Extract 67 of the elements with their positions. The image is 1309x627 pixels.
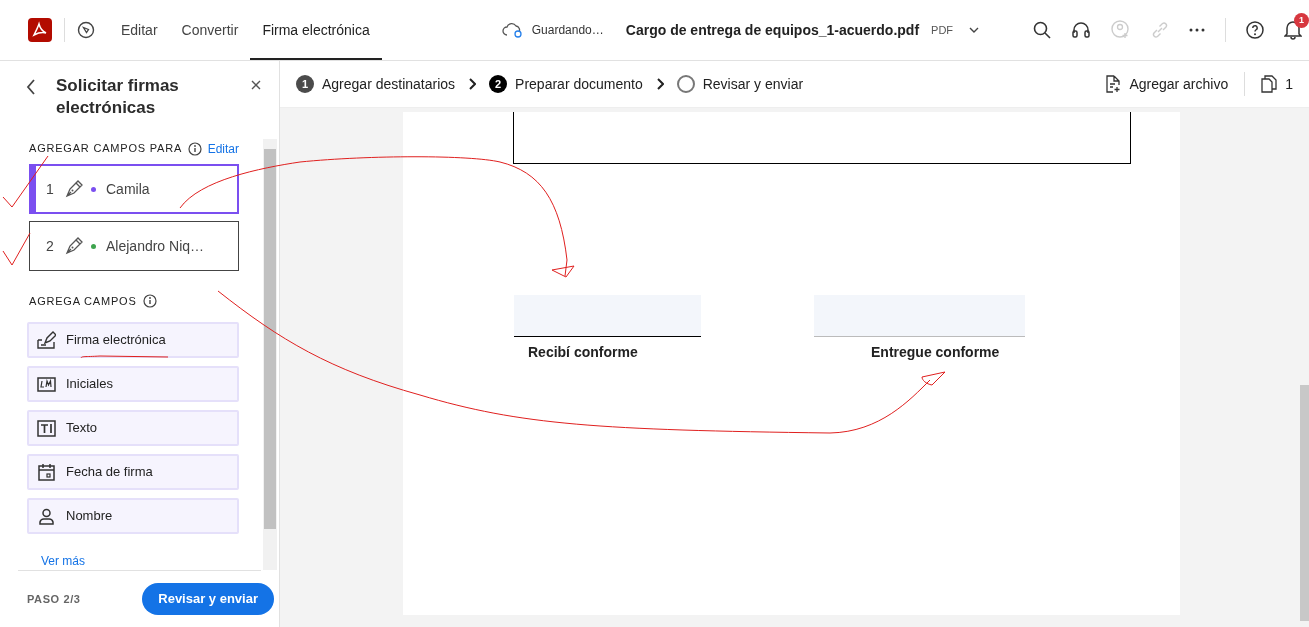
recipient-name: Alejandro Niq…: [106, 236, 205, 256]
menu-tab[interactable]: Convertir: [169, 0, 251, 60]
chevron-right-icon: [468, 78, 477, 90]
check-mark: [2, 232, 31, 266]
panel-title: Solicitar firmas electrónicas: [56, 75, 180, 119]
step-number: 1: [296, 75, 314, 93]
initials-icon: [37, 375, 56, 393]
field-type-button[interactable]: Nombre: [27, 498, 239, 534]
recipient-number: 2: [46, 236, 55, 256]
menu-tab[interactable]: Firma electrónica: [250, 0, 382, 60]
step-number: 2: [489, 75, 508, 93]
chevron-down-icon[interactable]: [969, 27, 980, 33]
step-indicator: PASO 2/3: [27, 591, 81, 607]
signature-caption: Entregue conforme: [871, 343, 1001, 362]
pen-nib-icon: [64, 236, 84, 256]
field-type-label: Texto: [66, 419, 98, 438]
info-icon[interactable]: [142, 294, 157, 308]
step-label[interactable]: Agregar destinatarios: [322, 73, 456, 95]
chevron-right-icon: [655, 78, 664, 90]
back-icon[interactable]: [26, 79, 36, 95]
more-icon[interactable]: [1189, 28, 1205, 32]
more-link[interactable]: Ver más: [41, 552, 85, 570]
signature-field[interactable]: [814, 295, 1025, 337]
recipient-name: Camila: [106, 179, 150, 199]
field-type-label: Iniciales: [66, 375, 113, 394]
check-mark: [2, 155, 49, 208]
add-file-button[interactable]: Agregar archivo: [1129, 73, 1229, 95]
file-type: PDF: [931, 22, 954, 38]
search-icon[interactable]: [1033, 21, 1051, 39]
signature-caption: Recibí conforme: [528, 343, 639, 362]
app-logo-icon[interactable]: [28, 18, 52, 42]
recipient-item[interactable]: 1 Camila: [29, 164, 239, 214]
section-heading: AGREGAR CAMPOS PARA: [29, 141, 183, 157]
file-name[interactable]: Cargo de entrega de equipos_1-acuerdo.pdf: [625, 19, 920, 41]
field-type-button[interactable]: Texto: [27, 410, 239, 446]
field-type-label: Firma electrónica: [66, 331, 166, 350]
field-type-button[interactable]: Fecha de firma: [27, 454, 239, 490]
text-field-icon: [37, 419, 56, 437]
page-count: 1: [1285, 74, 1293, 94]
review-send-button[interactable]: Revisar y enviar: [142, 583, 274, 615]
calendar-icon: [37, 463, 56, 481]
field-type-button[interactable]: Firma electrónica: [27, 322, 239, 358]
compass-icon[interactable]: [77, 21, 95, 39]
step-label[interactable]: Preparar documento: [515, 73, 643, 95]
add-file-icon: [1105, 75, 1122, 93]
edit-link[interactable]: Editar: [207, 139, 239, 158]
signature-field[interactable]: [514, 295, 701, 337]
close-icon[interactable]: [251, 80, 261, 90]
field-type-label: Fecha de firma: [66, 463, 153, 482]
help-icon[interactable]: [1246, 21, 1264, 39]
pages-icon[interactable]: [1261, 75, 1278, 93]
notification-badge: 1: [1294, 13, 1309, 28]
info-icon[interactable]: [188, 141, 203, 156]
recipient-number: 1: [46, 179, 55, 199]
pen-nib-icon: [64, 179, 84, 199]
menu-tab[interactable]: Editar: [109, 0, 170, 60]
cloud-sync-icon: [501, 22, 524, 38]
section-heading: AGREGA CAMPOS: [29, 293, 137, 309]
save-status: Guardando…: [531, 22, 604, 39]
headphones-icon[interactable]: [1071, 21, 1091, 39]
field-type-label: Nombre: [66, 507, 113, 526]
step-label[interactable]: Revisar y enviar: [702, 73, 804, 95]
scrollbar[interactable]: [263, 139, 277, 570]
signature-pen-icon: [37, 331, 56, 349]
field-type-button[interactable]: Iniciales: [27, 366, 239, 402]
person-icon: [37, 507, 56, 525]
recipient-item[interactable]: 2 Alejandro Niq…: [29, 221, 239, 271]
